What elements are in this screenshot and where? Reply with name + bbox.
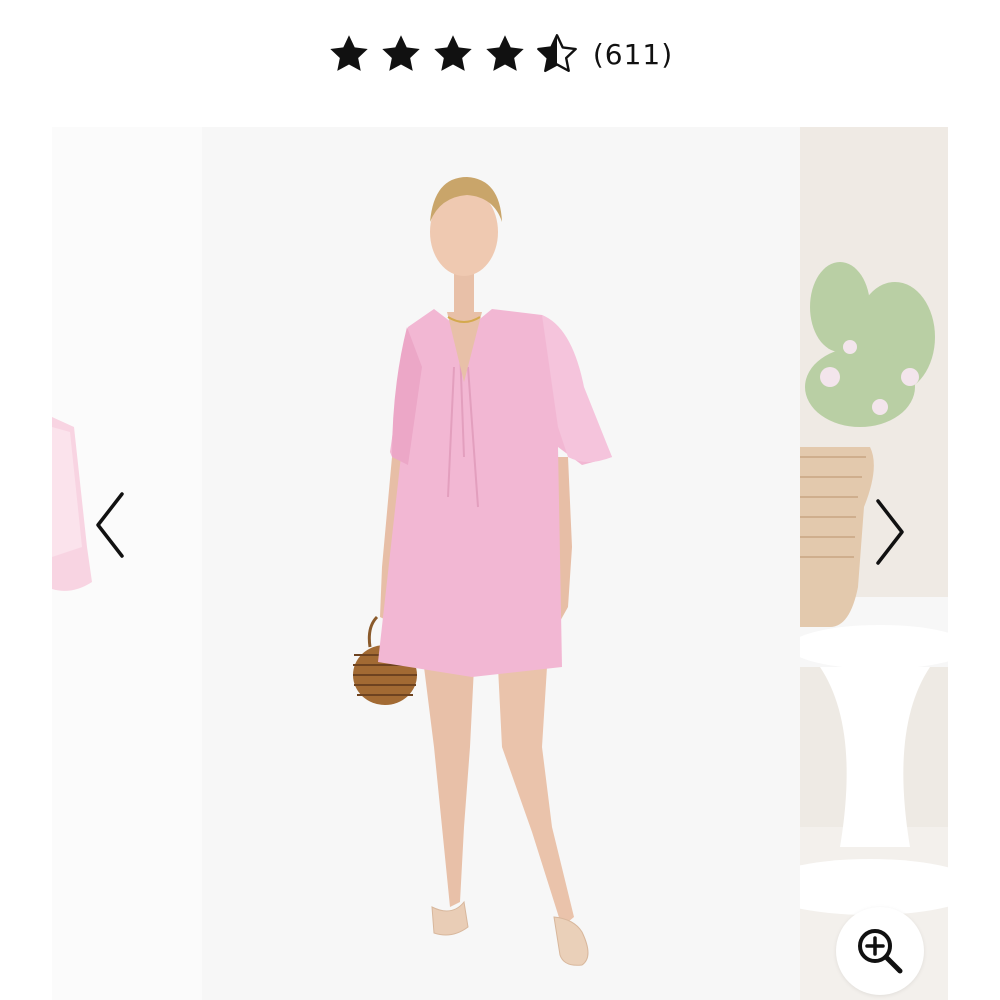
carousel-next-button[interactable] xyxy=(870,497,910,567)
zoom-in-icon xyxy=(858,929,903,974)
star-rating xyxy=(327,32,579,76)
zoom-button[interactable] xyxy=(836,907,924,995)
product-rating[interactable]: (611) xyxy=(0,28,1000,80)
star-icon xyxy=(330,35,368,71)
carousel-slide-previous[interactable] xyxy=(52,127,202,1000)
product-gallery-page: (611) xyxy=(0,0,1000,1000)
carousel-prev-button[interactable] xyxy=(90,490,130,560)
previous-slide-image xyxy=(52,127,202,1000)
product-photo-pink-dress xyxy=(202,127,800,1000)
half-star-icon xyxy=(536,34,577,73)
chevron-right-icon xyxy=(876,499,904,565)
review-count[interactable]: (611) xyxy=(593,38,673,71)
image-carousel[interactable] xyxy=(0,127,1000,1000)
star-icon xyxy=(434,35,472,71)
chevron-left-icon xyxy=(96,492,124,558)
star-icon xyxy=(382,35,420,71)
star-icon xyxy=(486,35,524,71)
carousel-slide-current[interactable] xyxy=(202,127,800,1000)
